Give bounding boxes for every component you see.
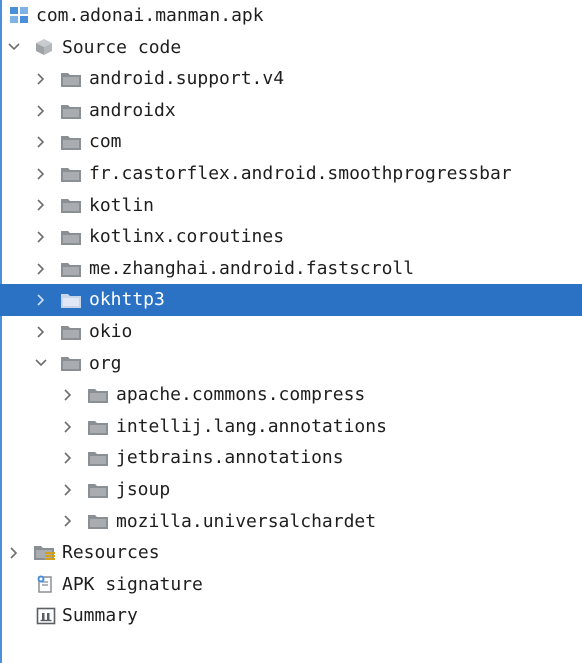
tree-node-label: mozilla.universalchardet: [116, 510, 377, 532]
tree-node-package-org[interactable]: org: [0, 348, 582, 380]
package-cube-icon: [34, 32, 54, 64]
folder-icon: [88, 379, 108, 411]
tree-node-package[interactable]: me.zhanghai.android.fastscroll: [0, 253, 582, 285]
chevron-right-icon[interactable]: [33, 95, 49, 127]
chevron-right-icon[interactable]: [33, 253, 49, 285]
folder-icon: [88, 474, 108, 506]
tree-node-package[interactable]: android.support.v4: [0, 63, 582, 95]
project-tree: com.adonai.manman.apk Source code androi…: [0, 0, 582, 632]
chevron-right-icon[interactable]: [33, 63, 49, 95]
tree-node-label: apache.commons.compress: [116, 384, 366, 406]
certificate-icon: [36, 569, 56, 601]
chevron-right-icon[interactable]: [60, 411, 76, 443]
tree-node-label: com: [89, 131, 122, 153]
tree-node-resources[interactable]: Resources: [0, 537, 582, 569]
chevron-down-icon[interactable]: [33, 348, 49, 380]
tree-node-subpackage[interactable]: intellij.lang.annotations: [0, 411, 582, 443]
tree-node-label: Source code: [62, 36, 182, 58]
tree-node-apk-signature[interactable]: APK signature: [0, 569, 582, 601]
tree-node-label: jetbrains.annotations: [116, 447, 344, 469]
folder-icon: [61, 126, 81, 158]
resources-folder-icon: [34, 537, 56, 569]
folder-icon: [61, 253, 81, 285]
folder-icon: [61, 158, 81, 190]
tree-node-label: jsoup: [116, 478, 171, 500]
tree-node-label: okio: [89, 320, 133, 342]
tree-node-package[interactable]: fr.castorflex.android.smoothprogressbar: [0, 158, 582, 190]
folder-icon: [61, 95, 81, 127]
tree-node-source-code[interactable]: Source code: [0, 32, 582, 64]
chevron-right-icon[interactable]: [60, 506, 76, 538]
folder-icon: [61, 221, 81, 253]
tree-node-package-selected[interactable]: okhttp3: [0, 284, 582, 316]
tree-node-subpackage[interactable]: mozilla.universalchardet: [0, 506, 582, 538]
folder-icon: [61, 63, 81, 95]
chevron-right-icon[interactable]: [33, 284, 49, 316]
chevron-right-icon[interactable]: [33, 190, 49, 222]
tree-node-label: intellij.lang.annotations: [116, 415, 387, 437]
folder-icon: [61, 190, 81, 222]
tree-node-package[interactable]: kotlin: [0, 190, 582, 222]
tree-node-label: kotlinx.coroutines: [89, 226, 285, 248]
chevron-right-icon[interactable]: [60, 474, 76, 506]
chevron-right-icon[interactable]: [60, 442, 76, 474]
chevron-right-icon[interactable]: [60, 379, 76, 411]
tree-node-label: androidx: [89, 99, 176, 121]
chevron-right-icon[interactable]: [33, 158, 49, 190]
tree-node-package[interactable]: kotlinx.coroutines: [0, 221, 582, 253]
folder-icon: [61, 284, 81, 316]
chevron-right-icon[interactable]: [6, 537, 22, 569]
tree-node-subpackage[interactable]: jsoup: [0, 474, 582, 506]
folder-icon: [88, 411, 108, 443]
chevron-right-icon[interactable]: [33, 316, 49, 348]
tree-node-label: fr.castorflex.android.smoothprogressbar: [89, 162, 512, 184]
tree-node-package[interactable]: androidx: [0, 95, 582, 127]
tree-node-label: Resources: [62, 542, 160, 564]
chevron-down-icon[interactable]: [6, 32, 22, 64]
tree-node-root[interactable]: com.adonai.manman.apk: [0, 0, 582, 32]
tree-node-label: org: [89, 352, 122, 374]
tree-node-label: me.zhanghai.android.fastscroll: [89, 257, 415, 279]
tree-node-label: APK signature: [62, 573, 203, 595]
folder-icon: [88, 506, 108, 538]
tree-node-package[interactable]: com: [0, 126, 582, 158]
tree-node-label: Summary: [62, 605, 138, 627]
summary-icon: [36, 600, 56, 632]
tree-node-subpackage[interactable]: jetbrains.annotations: [0, 442, 582, 474]
tree-node-label: android.support.v4: [89, 68, 285, 90]
tree-node-label: okhttp3: [89, 289, 165, 311]
tree-node-label: kotlin: [89, 194, 155, 216]
tree-node-subpackage[interactable]: apache.commons.compress: [0, 379, 582, 411]
folder-icon: [61, 348, 81, 380]
tree-node-package[interactable]: okio: [0, 316, 582, 348]
tree-node-summary[interactable]: Summary: [0, 600, 582, 632]
apk-icon: [10, 0, 30, 32]
chevron-right-icon[interactable]: [33, 221, 49, 253]
folder-icon: [88, 442, 108, 474]
chevron-right-icon[interactable]: [33, 126, 49, 158]
folder-icon: [61, 316, 81, 348]
tree-node-label: com.adonai.manman.apk: [36, 5, 264, 26]
